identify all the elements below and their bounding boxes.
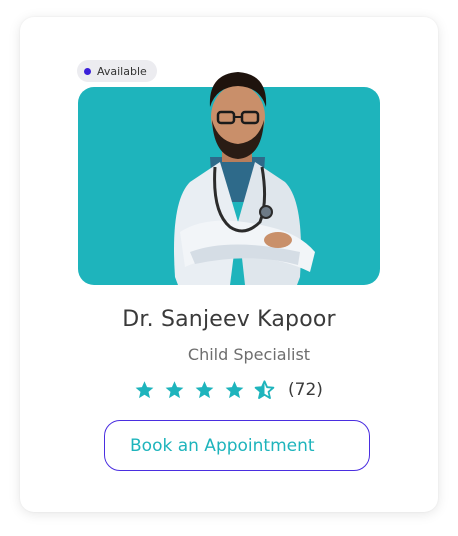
doctor-card: Available Dr. Sanjeev Kapoor Child Speci… bbox=[20, 17, 438, 512]
half-star-icon bbox=[254, 380, 275, 399]
doctor-specialty: Child Specialist bbox=[187, 345, 311, 364]
star-icon bbox=[195, 381, 214, 399]
doctor-name: Dr. Sanjeev Kapoor bbox=[122, 307, 336, 332]
status-badge-label: Available bbox=[97, 64, 147, 78]
status-dot-icon bbox=[84, 67, 91, 75]
rating-count: (72) bbox=[288, 380, 323, 400]
star-icon bbox=[165, 381, 184, 399]
star-icon bbox=[225, 381, 244, 399]
book-appointment-button[interactable]: Book an Appointment bbox=[104, 420, 370, 471]
rating: (72) bbox=[132, 379, 323, 401]
star-icon bbox=[135, 381, 154, 399]
status-badge: Available bbox=[77, 60, 157, 82]
doctor-photo bbox=[174, 72, 315, 285]
